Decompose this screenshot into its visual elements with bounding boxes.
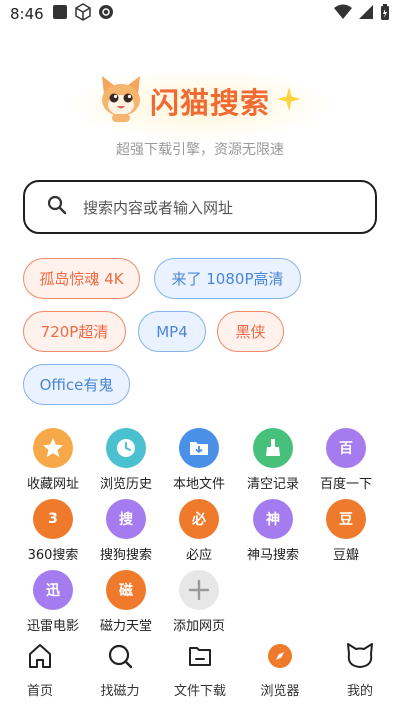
- brand-name: 闪猫搜索: [149, 86, 270, 120]
- plus-icon: [179, 570, 219, 610]
- battery-icon: [380, 3, 390, 25]
- nav-browser[interactable]: 浏览器: [240, 642, 320, 711]
- status-time: 8:46: [10, 5, 44, 23]
- nav-find-magnet[interactable]: 找磁力: [80, 642, 160, 711]
- hot-chip[interactable]: 来了 1080P高清: [154, 258, 301, 299]
- star-icon: [33, 428, 73, 468]
- clock-icon: [106, 428, 146, 468]
- shortcut-clear-records[interactable]: 清空记录: [236, 428, 310, 492]
- shortcut-sogou[interactable]: 搜 搜狗搜索: [89, 499, 163, 563]
- baidu-icon: 百: [326, 428, 366, 468]
- shortcut-cili-tiantang[interactable]: 磁 磁力天堂: [89, 570, 163, 634]
- brand-slogan: 超强下载引擎，资源无限速: [116, 142, 284, 158]
- bing-icon: 必: [179, 499, 219, 539]
- cube-icon: [74, 3, 92, 25]
- search-box[interactable]: 搜索内容或者输入网址: [23, 180, 377, 234]
- hot-chip[interactable]: 孤岛惊魂 4K: [23, 258, 140, 299]
- douban-icon: 豆: [326, 499, 366, 539]
- bottom-nav: 首页 找磁力 文件下载 浏览器 我的: [0, 642, 400, 711]
- hot-chip[interactable]: 720P超清: [23, 311, 126, 352]
- xunlei-icon: 迅: [33, 570, 73, 610]
- shortcut-bookmarks[interactable]: 收藏网址: [16, 428, 90, 492]
- status-bar: 8:46: [0, 0, 400, 28]
- search-placeholder: 搜索内容或者输入网址: [83, 198, 234, 217]
- sparkle-icon: [276, 86, 302, 116]
- sogou-icon: 搜: [106, 499, 146, 539]
- shortcut-douban[interactable]: 豆 豆瓣: [309, 499, 383, 563]
- broom-icon: [253, 428, 293, 468]
- shortcut-xunlei-movies[interactable]: 迅 迅雷电影: [16, 570, 90, 634]
- hot-chip[interactable]: Office有鬼: [23, 364, 130, 405]
- compass-icon: [266, 642, 294, 674]
- notification-square-icon: [52, 4, 68, 24]
- cat-head-icon: [345, 642, 375, 674]
- search-icon: [106, 642, 134, 674]
- nav-home[interactable]: 首页: [0, 642, 80, 711]
- shortcut-add-page[interactable]: 添加网页: [162, 570, 236, 634]
- shortcut-history[interactable]: 浏览历史: [89, 428, 163, 492]
- file-icon: [186, 642, 214, 674]
- at-sign-icon: [98, 4, 114, 24]
- hot-chip[interactable]: MP4: [138, 311, 206, 352]
- folder-download-icon: [179, 428, 219, 468]
- 360-icon: 3: [33, 499, 73, 539]
- logo: 闪猫搜索: [0, 74, 400, 128]
- search-icon: [47, 195, 67, 219]
- shortcut-bing[interactable]: 必 必应: [162, 499, 236, 563]
- shortcut-shenma[interactable]: 神 神马搜索: [236, 499, 310, 563]
- shortcut-local-files[interactable]: 本地文件: [162, 428, 236, 492]
- shenma-icon: 神: [253, 499, 293, 539]
- nav-file-download[interactable]: 文件下载: [160, 642, 240, 711]
- cat-mascot-icon: [98, 74, 144, 128]
- nav-mine[interactable]: 我的: [320, 642, 400, 711]
- hot-chip[interactable]: 黑侠: [217, 311, 284, 352]
- signal-icon: [358, 4, 374, 24]
- home-icon: [26, 642, 54, 674]
- shortcut-360-search[interactable]: 3 360搜索: [16, 499, 90, 563]
- magnet-icon: 磁: [106, 570, 146, 610]
- shortcut-baidu[interactable]: 百 百度一下: [309, 428, 383, 492]
- wifi-icon: [334, 4, 352, 24]
